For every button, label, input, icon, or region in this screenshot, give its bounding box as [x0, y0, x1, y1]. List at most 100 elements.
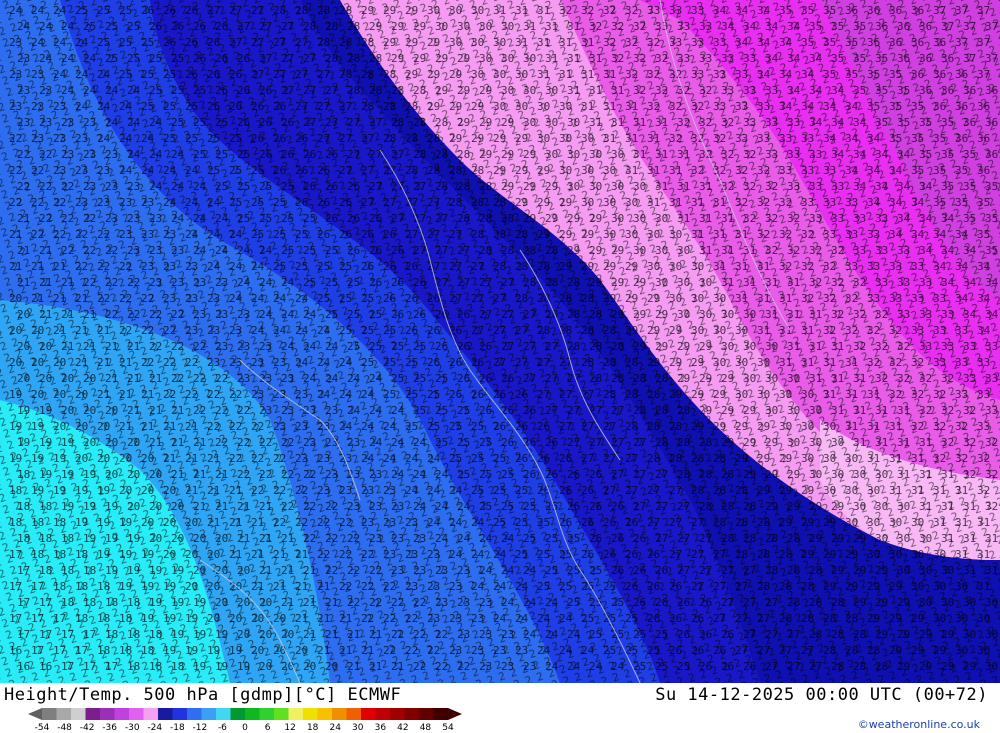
contour-label: 17: [83, 628, 96, 641]
contour-label: 25: [603, 612, 616, 625]
contour-label: 25: [119, 36, 132, 49]
contour-label: 30: [831, 468, 844, 481]
contour-label: 27: [303, 116, 316, 129]
contour-label: 31: [955, 516, 968, 529]
contour-label: 23: [479, 596, 492, 609]
credit-link[interactable]: ©weatheronline.co.uk: [858, 718, 980, 731]
contour-label: 25: [251, 228, 264, 241]
contour-label: 26: [523, 468, 536, 481]
contour-label: 18: [17, 532, 30, 545]
contour-label: 32: [955, 452, 968, 465]
contour-label: 28: [787, 532, 800, 545]
contour-label: 31: [867, 420, 880, 433]
contour-label: 22: [207, 388, 220, 401]
contour-label: 20: [229, 612, 242, 625]
contour-label: 22: [141, 356, 154, 369]
contour-label: 28: [449, 164, 462, 177]
contour-label: 21: [185, 420, 198, 433]
contour-label: 31: [779, 292, 792, 305]
contour-label: 29: [479, 116, 492, 129]
contour-label: 36: [985, 148, 998, 161]
contour-label: 35: [831, 52, 844, 65]
contour-label: 25: [589, 628, 602, 641]
contour-label: 24: [237, 244, 251, 257]
contour-label: 23: [317, 452, 330, 465]
contour-label: 24: [405, 484, 419, 497]
contour-label: 24: [427, 516, 441, 529]
contour-label: 31: [515, 4, 528, 17]
contour-label: 33: [845, 260, 858, 273]
contour-label: 27: [603, 484, 616, 497]
contour-label: 28: [471, 228, 484, 241]
contour-label: 31: [537, 36, 550, 49]
contour-label: 32: [933, 452, 946, 465]
contour-label: 28: [853, 628, 866, 641]
contour-label: 27: [611, 404, 624, 417]
contour-label: 24: [369, 372, 383, 385]
contour-label: 20: [83, 372, 96, 385]
contour-label: 28: [699, 436, 712, 449]
contour-label: 18: [17, 468, 30, 481]
contour-label: 31: [691, 228, 704, 241]
contour-label: 26: [581, 484, 594, 497]
contour-label: 32: [677, 116, 690, 129]
colorbar-tick-label: -12: [193, 723, 208, 731]
contour-label: 26: [361, 260, 374, 273]
contour-label: 33: [955, 356, 968, 369]
contour-label: 34: [831, 84, 845, 97]
contour-label: 27: [625, 484, 638, 497]
contour-label: 30: [493, 68, 506, 81]
contour-label: 24: [493, 548, 507, 561]
contour-label: 31: [809, 340, 822, 353]
contour-label: 30: [611, 180, 624, 193]
contour-label: 25: [185, 132, 198, 145]
contour-label: 19: [141, 548, 154, 561]
contour-label: 30: [633, 180, 646, 193]
contour-label: 29: [897, 596, 910, 609]
contour-label: 19: [163, 644, 176, 657]
contour-label: 21: [295, 612, 308, 625]
contour-label: 25: [633, 660, 646, 673]
contour-label: 34: [911, 196, 925, 209]
contour-label: 28: [471, 196, 484, 209]
contour-label: 24: [567, 628, 581, 641]
contour-label: 34: [875, 180, 889, 193]
contour-label: 23: [501, 628, 514, 641]
contour-label: 32: [801, 292, 814, 305]
contour-label: 21: [17, 244, 30, 257]
contour-label: 34: [933, 260, 947, 273]
contour-label: 32: [699, 84, 712, 97]
contour-label: 28: [633, 404, 646, 417]
contour-label: 25: [449, 452, 462, 465]
contour-label: 32: [933, 420, 946, 433]
contour-label: 35: [919, 116, 932, 129]
contour-label: 24: [193, 212, 207, 225]
contour-label: 23: [127, 212, 140, 225]
contour-label: 28: [589, 340, 602, 353]
contour-label: 31: [985, 564, 998, 577]
contour-label: 33: [721, 52, 734, 65]
contour-label: 21: [273, 580, 286, 593]
contour-label: 23: [273, 356, 286, 369]
contour-label: 20: [127, 436, 140, 449]
contour-label: 23: [75, 132, 88, 145]
contour-label: 26: [281, 148, 294, 161]
contour-label: 27: [295, 68, 308, 81]
contour-label: 18: [53, 516, 66, 529]
contour-label: 24: [251, 324, 265, 337]
contour-label: 21: [369, 660, 382, 673]
contour-label: 31: [669, 196, 682, 209]
contour-label: 21: [295, 548, 308, 561]
contour-label: 33: [757, 132, 770, 145]
contour-label: 30: [977, 644, 990, 657]
contour-label: 22: [39, 180, 52, 193]
contour-label: 23: [339, 484, 352, 497]
contour-label: 28: [647, 388, 660, 401]
contour-label: 27: [369, 180, 382, 193]
contour-label: 25: [677, 660, 690, 673]
contour-label: 34: [955, 260, 969, 273]
footer: Height/Temp. 500 hPa [gdmp][°C] ECMWF Su…: [0, 683, 1000, 733]
contour-label: 34: [721, 20, 735, 33]
contour-label: 29: [405, 36, 418, 49]
contour-label: 19: [127, 532, 140, 545]
